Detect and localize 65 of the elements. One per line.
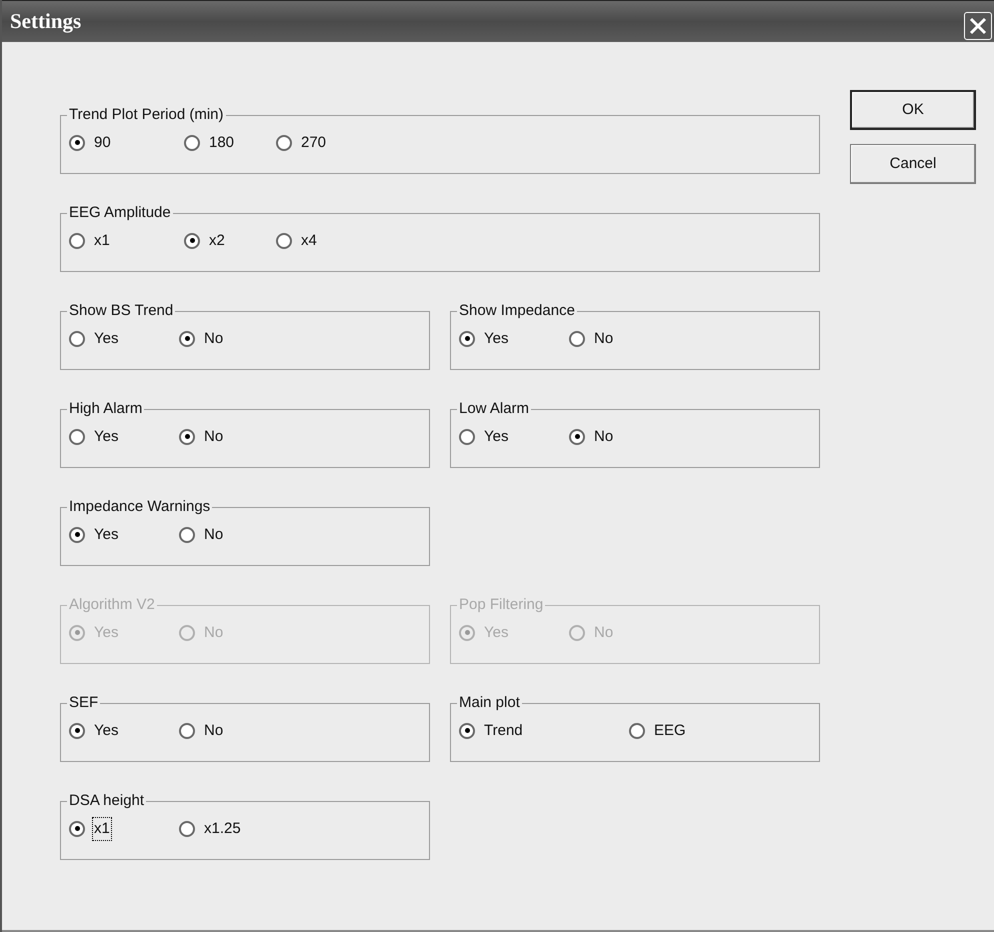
radio-label: 90 [93, 132, 112, 152]
dialog-button[interactable]: Cancel [850, 144, 976, 184]
radio-label: No [593, 328, 614, 348]
radio-label: x4 [300, 230, 318, 250]
radio-label: Yes [93, 524, 120, 544]
radio-label: Yes [93, 328, 120, 348]
group-title: Algorithm V2 [68, 595, 156, 615]
group-title: DSA height [68, 791, 146, 811]
radio-button[interactable] [69, 134, 85, 151]
radio-button[interactable] [459, 722, 475, 739]
group-title: Main plot [458, 693, 521, 713]
radio-button[interactable] [69, 526, 85, 543]
radio-label: Yes [483, 622, 510, 642]
radio-button[interactable] [569, 428, 585, 445]
radio-label: 180 [208, 132, 236, 152]
radio-button[interactable] [179, 722, 195, 739]
group-title: Show BS Trend [68, 301, 174, 321]
radio-label: EEG [653, 720, 687, 740]
radio-label: x1.25 [203, 818, 242, 838]
radio-button[interactable] [69, 330, 85, 347]
radio-button[interactable] [459, 330, 475, 347]
radio-button[interactable] [459, 428, 475, 445]
radio-label: x1 [93, 230, 111, 250]
radio-button[interactable] [184, 232, 200, 249]
group-title: Impedance Warnings [68, 497, 212, 517]
radio-label: Trend [483, 720, 524, 740]
radio-label: Yes [93, 622, 120, 642]
radio-label: x2 [208, 230, 226, 250]
radio-label: Yes [93, 426, 120, 446]
radio-button[interactable] [69, 722, 85, 739]
radio-label: Yes [93, 720, 120, 740]
radio-button[interactable] [179, 820, 195, 837]
radio-button[interactable] [276, 134, 292, 151]
group-title: SEF [68, 693, 100, 713]
radio-button[interactable] [276, 232, 292, 249]
group-title: Low Alarm [458, 399, 530, 419]
radio-button[interactable] [184, 134, 200, 151]
radio-label: No [593, 426, 614, 446]
group-title: High Alarm [68, 399, 144, 419]
group-title: Show Impedance [458, 301, 576, 321]
group-title: Pop Filtering [458, 595, 544, 615]
radio-button[interactable] [179, 428, 195, 445]
close-icon [969, 16, 987, 34]
radio-label: Yes [483, 426, 510, 446]
radio-label: No [203, 426, 224, 446]
radio-label: Yes [483, 328, 510, 348]
radio-label: No [203, 720, 224, 740]
radio-button[interactable] [69, 232, 85, 249]
radio-button[interactable] [179, 330, 195, 347]
radio-button[interactable] [569, 330, 585, 347]
radio-button[interactable] [629, 722, 645, 739]
radio-label: x1 [92, 816, 112, 841]
radio-button[interactable] [69, 428, 85, 445]
radio-button[interactable] [179, 526, 195, 543]
close-button[interactable] [964, 12, 992, 40]
radio-label: No [203, 622, 224, 642]
radio-label: No [203, 328, 224, 348]
radio-button[interactable] [69, 820, 85, 837]
radio-label: No [593, 622, 614, 642]
radio-label: No [203, 524, 224, 544]
dialog-button[interactable]: OK [850, 90, 976, 130]
radio-label: 270 [300, 132, 328, 152]
window-title: Settings [10, 8, 82, 35]
group-title: EEG Amplitude [68, 203, 172, 223]
group-title: Trend Plot Period (min) [68, 105, 224, 125]
